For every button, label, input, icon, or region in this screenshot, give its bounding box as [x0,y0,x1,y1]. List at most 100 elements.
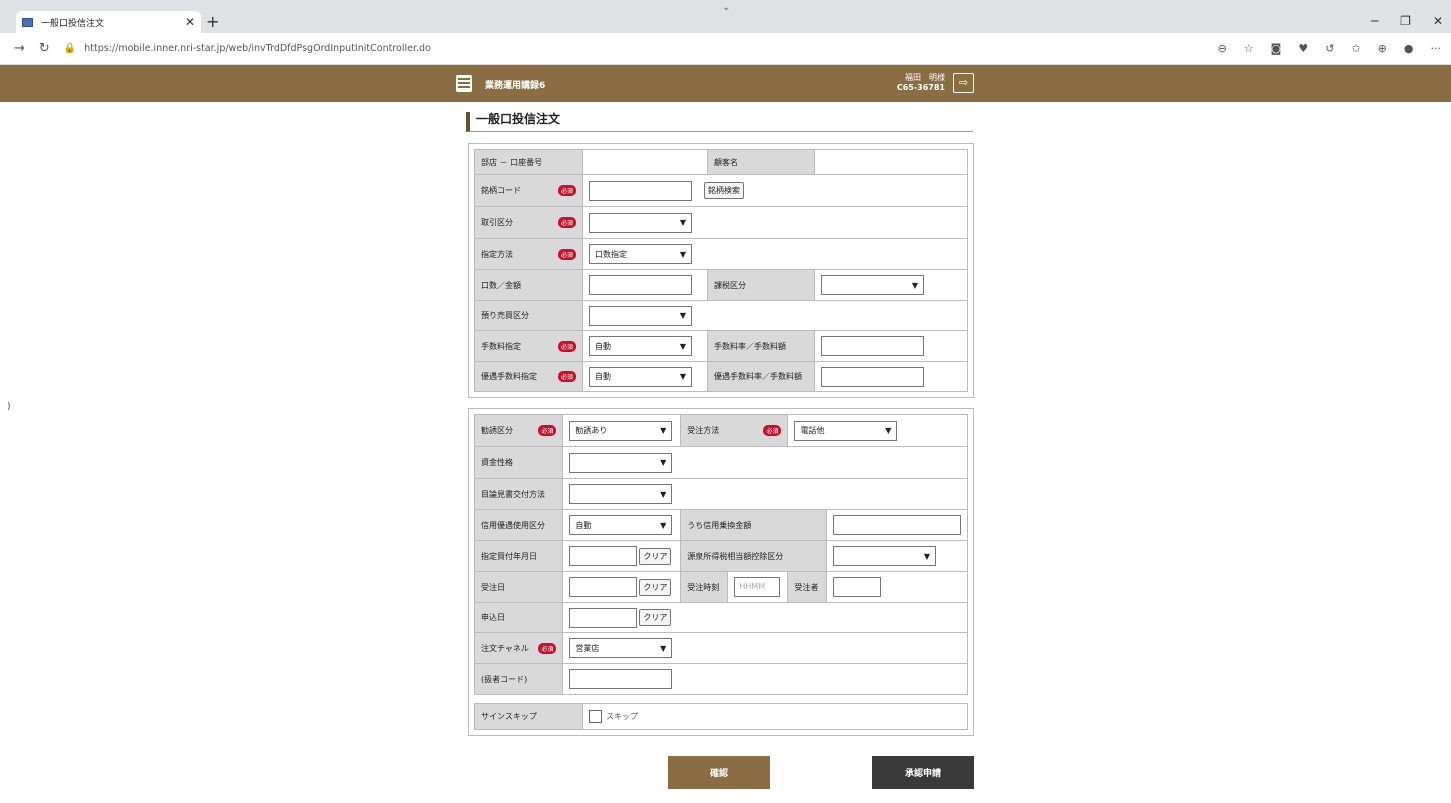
fee-rate-label: 手数料率／手数料額 [707,330,815,362]
address-bar: → ↻ 🔒 https://mobile.inner.nri-star.jp/w… [0,33,1451,65]
required-badge: 必須 [557,185,576,196]
tab-close-icon[interactable]: ✕ [185,15,195,29]
required-badge: 必須 [557,371,576,382]
chevron-down-icon: ▼ [679,249,686,259]
customer-name-value [814,149,968,175]
more-menu-icon[interactable]: ··· [1431,42,1442,55]
menu-icon[interactable] [456,75,472,92]
order-channel-label: 注文チャネル [481,643,529,653]
chevron-down-icon: ▼ [660,520,667,530]
credit-switch-amount-input[interactable] [833,515,961,535]
agent-code-input[interactable] [569,669,673,689]
required-badge: 必須 [763,425,782,436]
pref-fee-rate-label: 優遇手数料率／手数料額 [707,361,815,392]
chevron-down-icon: ▼ [660,426,667,435]
extension-icon[interactable]: ↺ [1325,42,1334,55]
approval-request-button[interactable]: 承認申請 [872,756,974,789]
withholding-tax-label: 源泉所得税相当額控除区分 [680,540,827,572]
application-date-clear-button[interactable]: クリア [639,609,672,626]
credit-use-select[interactable]: 自動 ▼ [569,515,673,535]
deposit-sale-select[interactable]: ▼ [589,305,692,326]
application-date-input[interactable] [569,607,638,628]
order-method-select[interactable]: 電話他 ▼ [794,420,898,441]
pref-fee-rate-input[interactable] [821,366,924,387]
lock-icon[interactable]: 🔒 [64,43,76,54]
order-channel-select[interactable]: 営業店 ▼ [569,638,673,658]
chevron-down-icon: ▼ [911,280,918,290]
order-time-input[interactable]: HHMM [734,577,781,597]
fee-designation-label: 手数料指定 [481,341,521,351]
designated-buy-date-clear-button[interactable]: クリア [639,547,672,565]
order-time-label: 受注時刻 [680,571,729,603]
trade-type-select[interactable]: ▼ [589,212,692,233]
chevron-down-icon: ▼ [660,643,667,653]
order-method-label: 受注方法 [687,426,720,435]
browser-tab[interactable]: 一般口投信注文 ✕ [16,11,201,33]
collections-icon[interactable]: ⊕ [1378,42,1387,55]
order-taker-input[interactable] [833,577,881,597]
sign-skip-checkbox-label[interactable]: スキップ [606,712,638,721]
tab-title: 一般口投信注文 [41,18,105,29]
units-amount-input[interactable] [589,275,692,295]
profile-icon[interactable]: ● [1404,42,1414,55]
prospectus-delivery-select[interactable]: ▼ [569,484,673,504]
branch-account-value [582,149,708,175]
brand-search-button[interactable]: 銘柄検索 [704,182,744,199]
sign-skip-label: サインスキップ [474,703,583,730]
fee-rate-input[interactable] [821,336,924,356]
solicitation-select[interactable]: 勧誘あり ▼ [569,420,673,441]
shield-extension-icon[interactable]: ♥ [1298,42,1308,55]
required-badge: 必須 [557,248,576,260]
confirm-button[interactable]: 確認 [668,756,770,789]
page-title: 一般口投信注文 [466,112,973,132]
chevron-down-icon: ▼ [679,372,686,381]
agent-code-label: (扱者コード) [473,663,564,695]
window-close-icon[interactable]: ✕ [1433,14,1443,28]
tab-search-icon[interactable]: ⌄ [722,2,730,13]
order-detail-panel: 勧誘区分 必須 勧誘あり ▼ 受注方法 必須 電話他 ▼ 資金性格 ▼ 目論見書交付方法… [468,408,974,736]
logout-icon[interactable]: ⇨ [953,73,974,93]
required-badge: 必須 [557,340,576,352]
pref-fee-designation-label: 優遇手数料指定 [481,372,537,381]
app-title: 業務運用講録6 [485,81,546,91]
scroll-handle[interactable]: ) [7,402,11,412]
order-date-input[interactable] [569,577,638,597]
user-name: 福田 明様 [905,73,945,82]
designated-buy-date-label: 指定買付年月日 [473,540,564,572]
favorites-icon[interactable]: ✩ [1351,42,1360,55]
brand-code-label: 銘柄コード [481,186,521,195]
solicitation-label: 勧誘区分 [481,426,513,435]
designation-method-select[interactable]: 口数指定 ▼ [589,244,692,264]
zoom-icon[interactable]: ⊖ [1218,42,1227,55]
chevron-down-icon: ▼ [660,489,667,499]
restore-icon[interactable]: ❐ [1400,14,1411,28]
minimize-icon[interactable]: ─ [1371,14,1378,28]
pocket-icon[interactable]: ◙ [1271,42,1282,55]
order-taker-label: 受注者 [787,571,827,603]
order-date-label: 受注日 [473,571,564,603]
sign-skip-checkbox[interactable] [589,710,602,723]
new-tab-icon[interactable]: + [206,12,219,31]
trade-type-label: 取引区分 [481,218,513,227]
favorite-add-icon[interactable]: ☆ [1244,42,1254,55]
forward-icon[interactable]: → [14,41,25,56]
deposit-sale-label: 預り売買区分 [474,300,583,331]
application-date-label: 申込日 [473,602,564,633]
designation-method-label: 指定方法 [481,249,513,259]
refresh-icon[interactable]: ↻ [39,41,50,56]
order-detail-table: 勧誘区分 必須 勧誘あり ▼ 受注方法 必須 電話他 ▼ 資金性格 ▼ 目論見書交付方法… [473,414,968,695]
withholding-tax-select[interactable]: ▼ [833,546,936,566]
user-code: C65-36781 [896,83,945,92]
pref-fee-designation-select[interactable]: 自動 ▼ [589,366,692,387]
required-badge: 必須 [538,425,557,436]
fund-nature-label: 資金性格 [473,446,564,479]
fee-designation-select[interactable]: 自動 ▼ [589,336,692,356]
fund-nature-select[interactable]: ▼ [569,452,673,473]
designated-buy-date-input[interactable] [569,546,638,566]
app-header: 業務運用講録6 福田 明様 C65-36781 ⇨ [0,65,1451,102]
tax-type-select[interactable]: ▼ [821,275,924,295]
brand-code-input[interactable] [589,180,692,201]
required-badge: 必須 [557,217,576,228]
url-text[interactable]: https://mobile.inner.nri-star.jp/web/inv… [84,43,431,54]
order-date-clear-button[interactable]: クリア [639,578,672,596]
